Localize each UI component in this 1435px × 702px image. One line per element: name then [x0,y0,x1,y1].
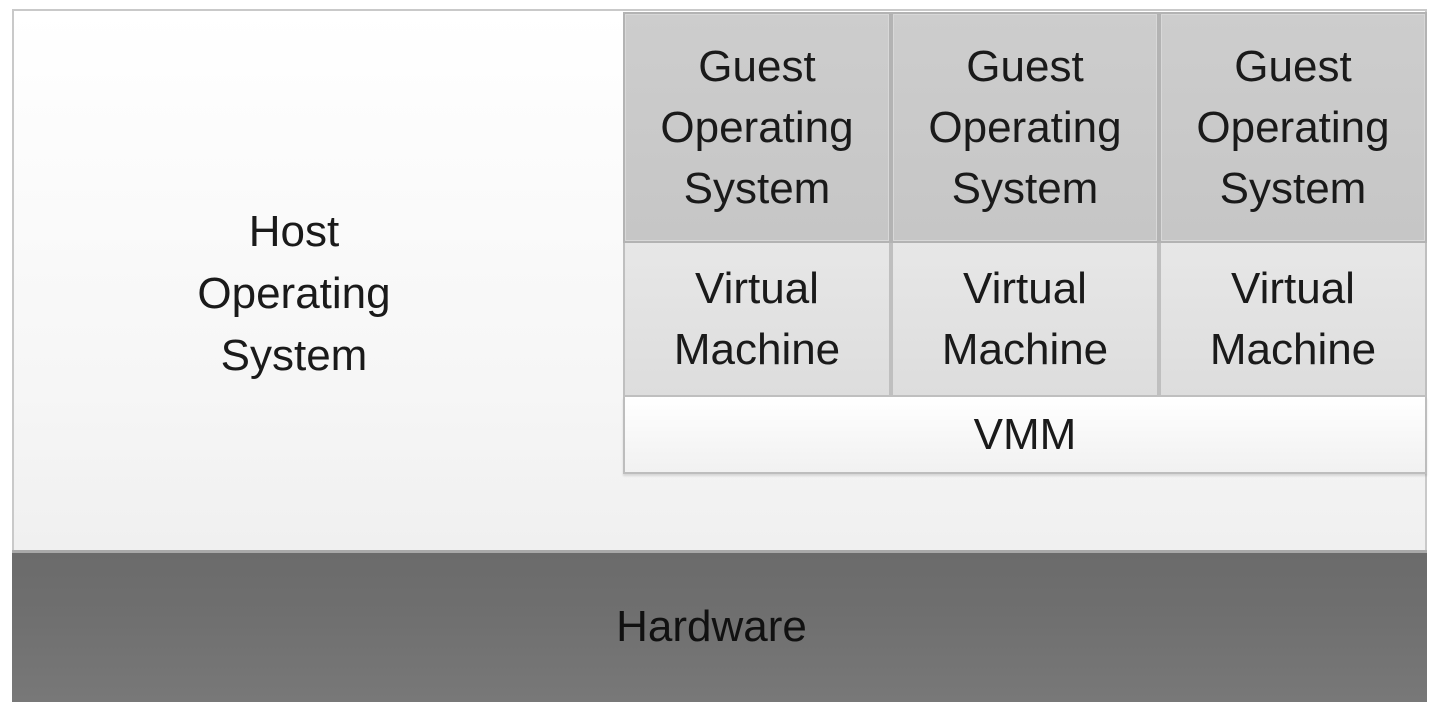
vmm-layer: VMM [623,397,1427,474]
virtual-machine-box-1: Virtual Machine [623,243,891,397]
virtual-machine-box-2: Virtual Machine [891,243,1159,397]
hardware-layer: Hardware [12,550,1427,702]
virtualization-diagram: Host Operating System Guest Operating Sy… [0,0,1435,702]
virtual-machine-box-3: Virtual Machine [1159,243,1427,397]
host-os-label: Host Operating System [197,207,391,380]
hardware-label: Hardware [616,601,807,651]
guest-os-box-1: Guest Operating System [623,12,891,243]
guest-os-box-3: Guest Operating System [1159,12,1427,243]
guest-os-box-2: Guest Operating System [891,12,1159,243]
